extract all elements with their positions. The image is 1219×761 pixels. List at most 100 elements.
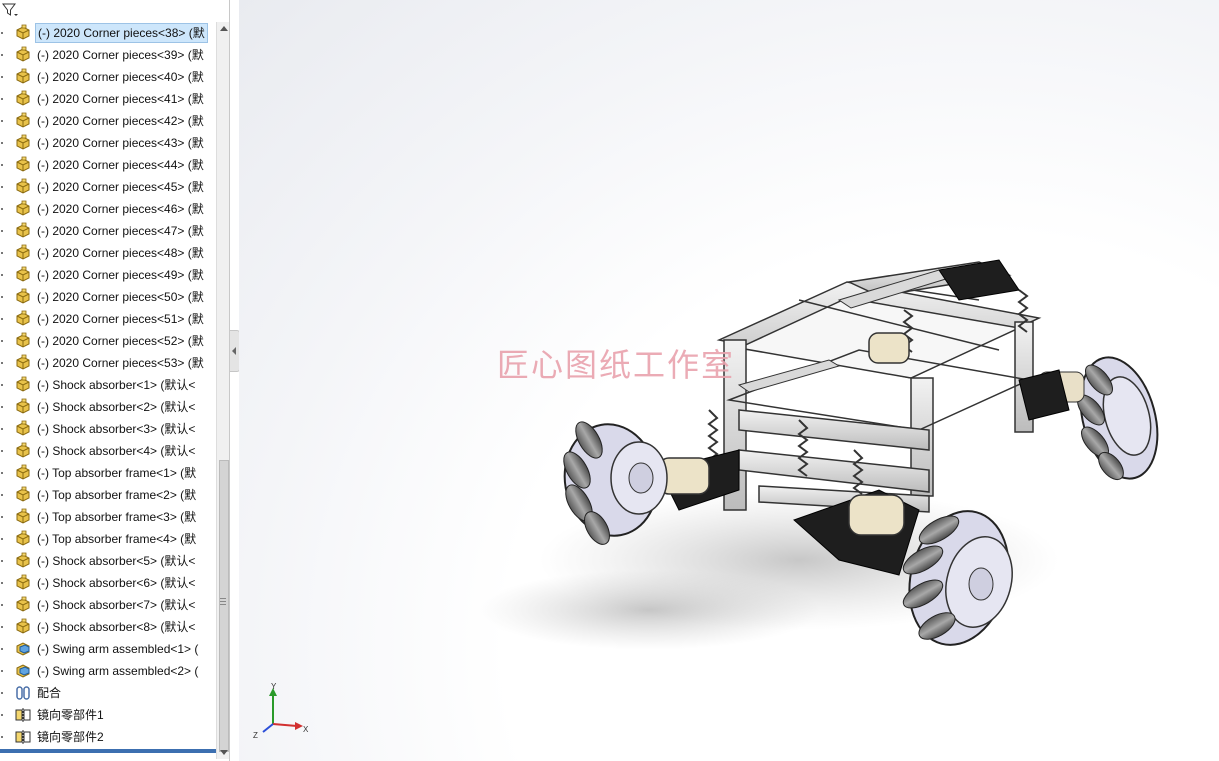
part-icon (14, 244, 32, 262)
tree-item-label: (-) Top absorber frame<4> (默 (37, 532, 197, 546)
tree-item[interactable]: (-) 2020 Corner pieces<42> (默 (0, 110, 216, 132)
part-icon (14, 156, 32, 174)
part-icon (14, 68, 32, 86)
tree-item[interactable]: (-) 2020 Corner pieces<53> (默 (0, 352, 216, 374)
tree-bullet (1, 252, 3, 254)
tree-bullet (1, 494, 3, 496)
tree-item-label: 镜向零部件1 (37, 708, 104, 722)
tree-bullet (1, 384, 3, 386)
tree-bullet (1, 164, 3, 166)
tree-item[interactable]: (-) 2020 Corner pieces<40> (默 (0, 66, 216, 88)
tree-item-label: (-) 2020 Corner pieces<40> (默 (37, 70, 204, 84)
filter-icon[interactable] (2, 2, 18, 18)
tree-item[interactable]: (-) Shock absorber<1> (默认< (0, 374, 216, 396)
tree-item[interactable]: (-) Shock absorber<3> (默认< (0, 418, 216, 440)
tree-bullet (1, 230, 3, 232)
tree-bullet (1, 626, 3, 628)
tree-item[interactable]: (-) 2020 Corner pieces<50> (默 (0, 286, 216, 308)
tree-item[interactable]: 镜向零部件1 (0, 704, 216, 726)
tree-bullet (1, 670, 3, 672)
tree-item-label: (-) 2020 Corner pieces<45> (默 (37, 180, 204, 194)
tree-item-label: (-) 2020 Corner pieces<42> (默 (37, 114, 204, 128)
tree-bullet (1, 32, 3, 34)
tree-bullet (1, 428, 3, 430)
tree-bullet (1, 538, 3, 540)
part-icon (14, 530, 32, 548)
ground-shadow (479, 570, 819, 650)
tree-item-label: (-) 2020 Corner pieces<49> (默 (37, 268, 204, 282)
scroll-up-icon[interactable] (220, 26, 228, 31)
tree-bullet (1, 54, 3, 56)
graphics-viewport[interactable]: 匠心图纸工作室 Y X Z (239, 0, 1219, 761)
tree-bullet (1, 560, 3, 562)
tree-item-label: (-) Shock absorber<2> (默认< (37, 400, 196, 414)
tree-item[interactable]: (-) 2020 Corner pieces<51> (默 (0, 308, 216, 330)
tree-item-label: (-) Swing arm assembled<2> ( (37, 664, 199, 678)
part-icon (14, 552, 32, 570)
tree-item[interactable]: (-) 2020 Corner pieces<44> (默 (0, 154, 216, 176)
part-icon (14, 596, 32, 614)
tree-item[interactable]: (-) 2020 Corner pieces<46> (默 (0, 198, 216, 220)
tree-item[interactable]: (-) 2020 Corner pieces<45> (默 (0, 176, 216, 198)
tree-item-label: (-) Shock absorber<5> (默认< (37, 554, 196, 568)
tree-item-label: (-) 2020 Corner pieces<52> (默 (37, 334, 204, 348)
tree-item[interactable]: (-) Shock absorber<6> (默认< (0, 572, 216, 594)
tree-item[interactable]: 镜向零部件2 (0, 726, 216, 748)
tree-item-label: (-) Top absorber frame<1> (默 (37, 466, 197, 480)
collapse-arrow-icon (232, 347, 236, 355)
tree-item[interactable]: (-) Top absorber frame<2> (默 (0, 484, 216, 506)
tree-item-label: (-) 2020 Corner pieces<50> (默 (37, 290, 204, 304)
axis-x-label: X (303, 725, 309, 734)
tree-item[interactable]: (-) Shock absorber<8> (默认< (0, 616, 216, 638)
tree-item[interactable]: (-) 2020 Corner pieces<41> (默 (0, 88, 216, 110)
scroll-down-icon[interactable] (220, 750, 228, 755)
part-icon (14, 376, 32, 394)
part-icon (14, 310, 32, 328)
part-icon (14, 178, 32, 196)
tree-item[interactable]: (-) 2020 Corner pieces<49> (默 (0, 264, 216, 286)
tree-item[interactable]: (-) 2020 Corner pieces<48> (默 (0, 242, 216, 264)
tree-item[interactable]: (-) Shock absorber<2> (默认< (0, 396, 216, 418)
tree-item[interactable]: (-) Top absorber frame<3> (默 (0, 506, 216, 528)
tree-item-label: (-) 2020 Corner pieces<51> (默 (37, 312, 204, 326)
tree-item[interactable]: (-) Swing arm assembled<1> ( (0, 638, 216, 660)
tree-item[interactable]: 配合 (0, 682, 216, 704)
mirror-component-icon (14, 728, 32, 746)
part-icon (14, 222, 32, 240)
tree-item[interactable]: (-) 2020 Corner pieces<38> (默 (0, 22, 216, 44)
tree-item[interactable]: (-) Swing arm assembled<2> ( (0, 660, 216, 682)
tree-item[interactable]: (-) 2020 Corner pieces<52> (默 (0, 330, 216, 352)
tree-bullet (1, 120, 3, 122)
tree-item-label: (-) Top absorber frame<3> (默 (37, 510, 197, 524)
tree-bullet (1, 76, 3, 78)
assembly-icon (14, 662, 32, 680)
tree-item[interactable]: (-) 2020 Corner pieces<39> (默 (0, 44, 216, 66)
tree-bullet (1, 692, 3, 694)
part-icon (14, 200, 32, 218)
tree-item-label: (-) Shock absorber<7> (默认< (37, 598, 196, 612)
part-icon (14, 24, 32, 42)
part-icon (14, 420, 32, 438)
tree-item-label: (-) Shock absorber<8> (默认< (37, 620, 196, 634)
tree-bullet (1, 648, 3, 650)
tree-bullet (1, 98, 3, 100)
scroll-thumb[interactable] (219, 460, 229, 752)
part-icon (14, 464, 32, 482)
part-icon (14, 508, 32, 526)
part-icon (14, 398, 32, 416)
tree-item-label: (-) 2020 Corner pieces<41> (默 (37, 92, 204, 106)
tree-item[interactable]: (-) Shock absorber<5> (默认< (0, 550, 216, 572)
tree-bullet (1, 406, 3, 408)
tree-item[interactable]: (-) Top absorber frame<1> (默 (0, 462, 216, 484)
tree-item-label: (-) 2020 Corner pieces<43> (默 (37, 136, 204, 150)
tree-item[interactable]: (-) Top absorber frame<4> (默 (0, 528, 216, 550)
tree-scrollbar[interactable] (216, 22, 229, 759)
tree-item[interactable]: (-) 2020 Corner pieces<47> (默 (0, 220, 216, 242)
tree-bullet (1, 450, 3, 452)
tree-item[interactable]: (-) 2020 Corner pieces<43> (默 (0, 132, 216, 154)
tree-bullet (1, 208, 3, 210)
part-icon (14, 354, 32, 372)
tree-item[interactable]: (-) Shock absorber<7> (默认< (0, 594, 216, 616)
tree-item[interactable]: (-) Shock absorber<4> (默认< (0, 440, 216, 462)
part-icon (14, 134, 32, 152)
